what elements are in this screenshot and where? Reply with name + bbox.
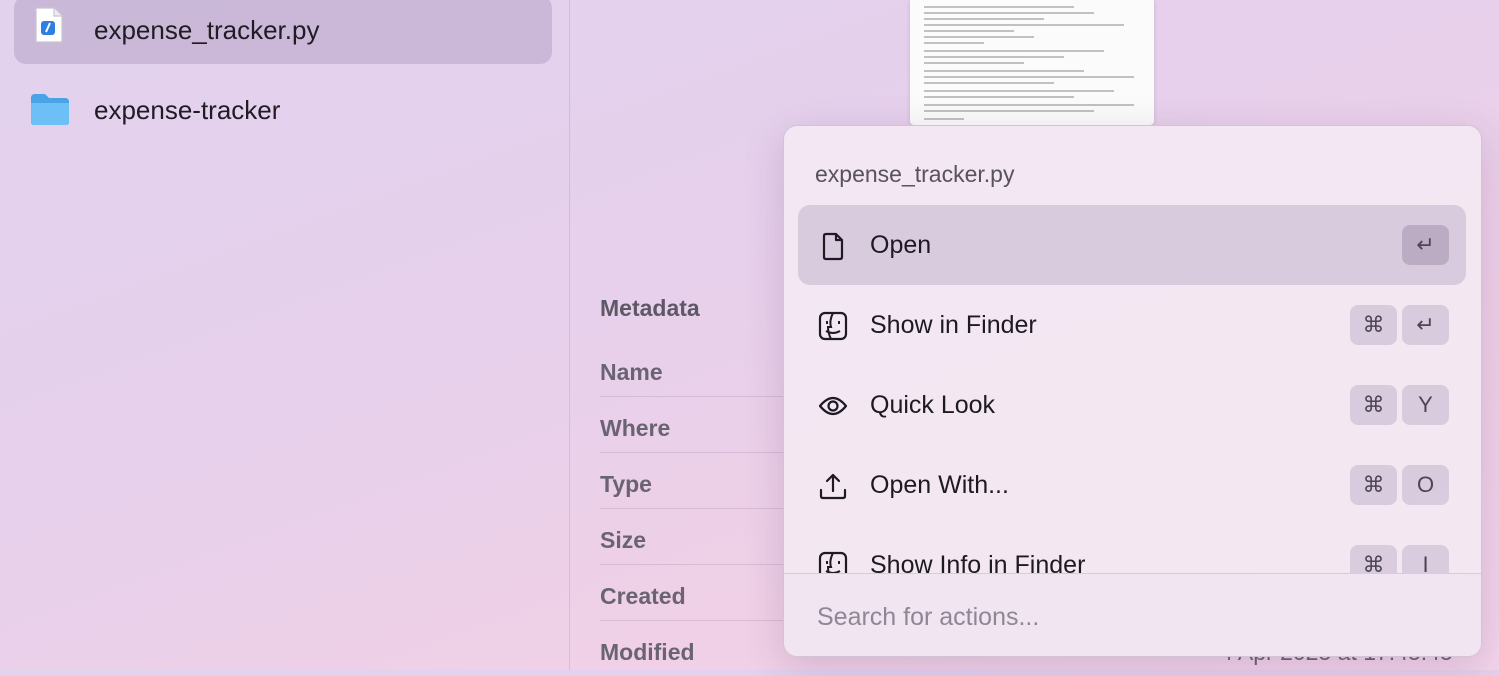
metadata-title: Metadata <box>600 295 700 321</box>
action-label: Show Info in Finder <box>870 550 1086 574</box>
o-key-badge: O <box>1402 465 1449 505</box>
actions-popover: expense_tracker.py Open ↵ Show in Finder… <box>783 125 1482 657</box>
sidebar: expense_tracker.py expense-tracker <box>0 0 569 670</box>
action-quick-look[interactable]: Quick Look ⌘ Y <box>798 365 1466 445</box>
command-key-badge: ⌘ <box>1350 465 1397 505</box>
metadata-key: Size <box>600 527 647 553</box>
finder-icon <box>818 551 848 573</box>
action-label: Open With... <box>870 470 1009 499</box>
command-key-badge: ⌘ <box>1350 545 1397 573</box>
action-show-info-in-finder[interactable]: Show Info in Finder ⌘ I <box>798 525 1466 573</box>
list-item-label: expense-tracker <box>94 94 281 125</box>
return-key-badge: ↵ <box>1402 305 1449 345</box>
y-key-badge: Y <box>1402 385 1449 425</box>
finder-icon <box>818 311 848 341</box>
python-file-icon <box>34 6 64 44</box>
document-icon <box>818 231 848 261</box>
metadata-key: Modified <box>600 639 695 665</box>
action-label: Show in Finder <box>870 310 1037 339</box>
command-key-badge: ⌘ <box>1350 385 1397 425</box>
list-item-label: expense_tracker.py <box>94 14 320 45</box>
metadata-key: Where <box>600 415 671 441</box>
action-label: Open <box>870 230 932 259</box>
action-list[interactable]: expense_tracker.py Open ↵ Show in Finder… <box>784 126 1481 573</box>
metadata-key: Created <box>600 583 686 609</box>
metadata-key: Name <box>600 359 663 385</box>
return-key-badge: ↵ <box>1402 225 1449 265</box>
pane-divider <box>569 0 570 670</box>
popover-title: expense_tracker.py <box>815 161 1015 187</box>
search-actions-input[interactable] <box>815 598 1439 636</box>
list-item-expense-tracker-py[interactable]: expense_tracker.py <box>14 0 552 64</box>
i-key-badge: I <box>1402 545 1449 573</box>
metadata-key: Type <box>600 471 652 497</box>
command-key-badge: ⌘ <box>1350 305 1397 345</box>
eye-icon <box>818 391 848 421</box>
action-show-in-finder[interactable]: Show in Finder ⌘ ↵ <box>798 285 1466 365</box>
list-item-expense-tracker-folder[interactable]: expense-tracker <box>14 76 552 144</box>
file-preview-thumbnail <box>910 0 1154 125</box>
folder-icon <box>30 92 70 126</box>
share-upload-icon <box>818 471 848 501</box>
action-label: Quick Look <box>870 390 996 419</box>
search-bar <box>784 574 1481 656</box>
action-open[interactable]: Open ↵ <box>798 205 1466 285</box>
action-open-with[interactable]: Open With... ⌘ O <box>798 445 1466 525</box>
